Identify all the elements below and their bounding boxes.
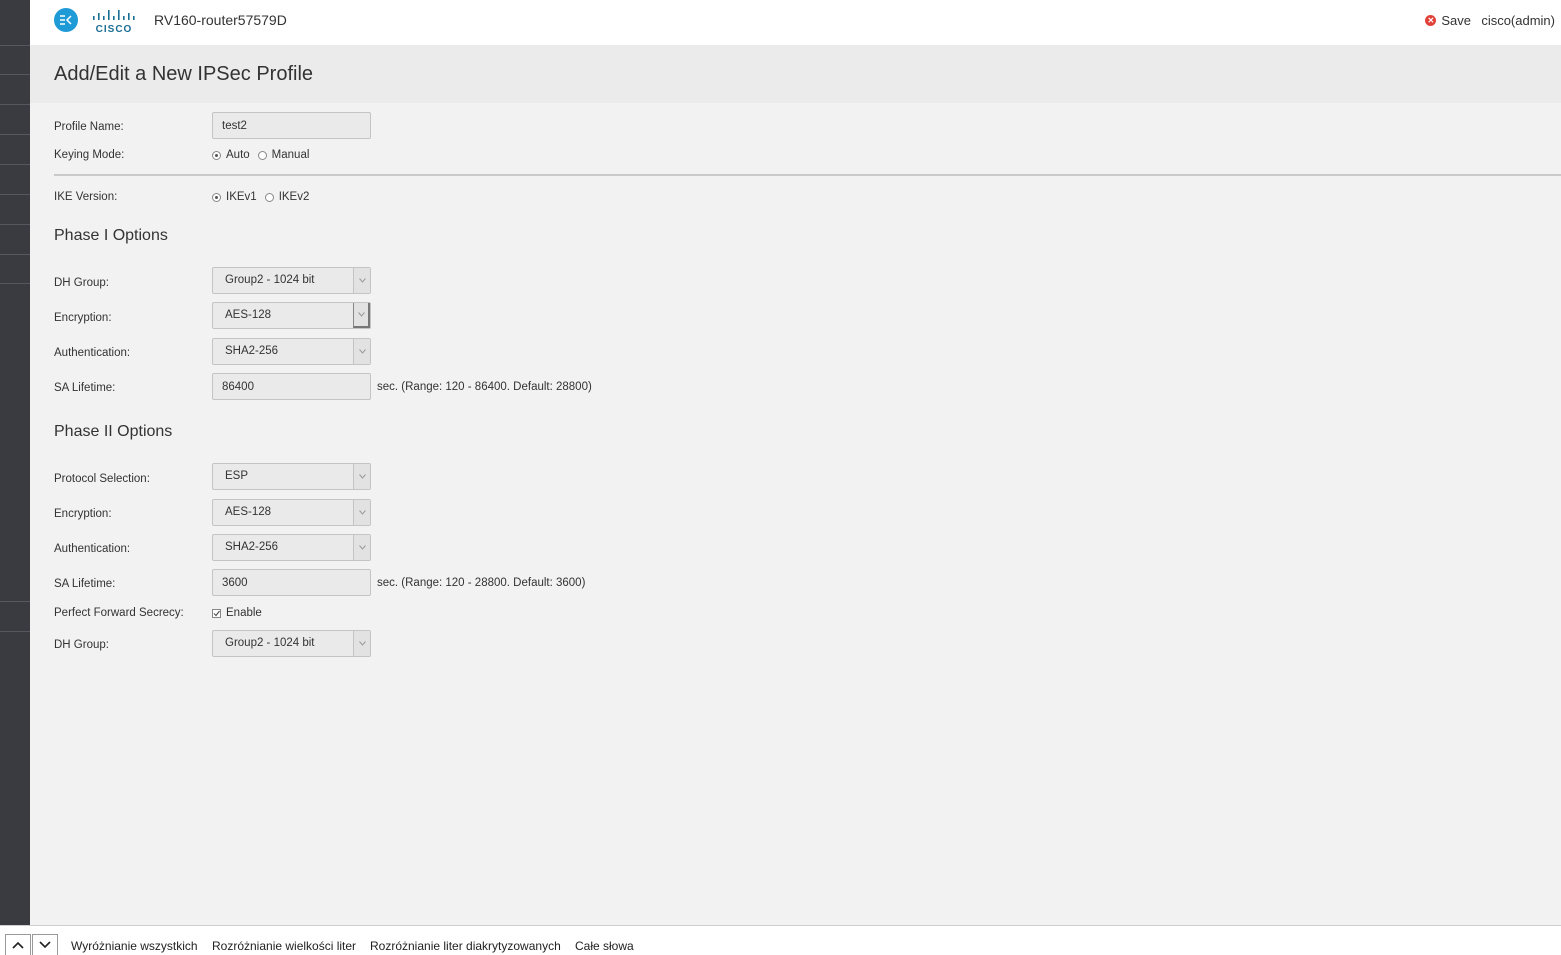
phase2-protocol-label: Protocol Selection: — [54, 473, 150, 485]
sidebar-item[interactable] — [0, 74, 30, 75]
ikev1-label[interactable]: IKEv1 — [226, 191, 257, 203]
phase2-encryption-select[interactable]: AES-128 — [212, 499, 371, 526]
ikev2-radio[interactable] — [264, 192, 274, 202]
phase1-heading: Phase I Options — [54, 227, 168, 244]
find-highlight-all[interactable]: Wyróżnianie wszystkich — [71, 939, 198, 953]
profile-name-label: Profile Name: — [54, 121, 124, 133]
chevron-down-icon — [353, 535, 370, 560]
phase2-sa-lifetime-hint: sec. (Range: 120 - 28800. Default: 3600) — [377, 577, 586, 589]
ikev2-label[interactable]: IKEv2 — [279, 191, 310, 203]
phase2-authentication-label: Authentication: — [54, 543, 131, 555]
collapse-menu-icon — [60, 15, 72, 25]
keying-manual-label[interactable]: Manual — [272, 149, 310, 161]
svg-text:CISCO: CISCO — [96, 24, 133, 34]
sidebar-item[interactable] — [0, 283, 30, 284]
pfs-enable-checkbox[interactable] — [212, 608, 221, 618]
phase1-encryption-value: AES-128 — [225, 309, 272, 321]
chevron-down-icon — [353, 464, 370, 489]
phase1-sa-lifetime-hint: sec. (Range: 120 - 86400. Default: 28800… — [377, 381, 592, 393]
save-button[interactable]: ✕ Save — [1425, 13, 1471, 28]
sidebar-item[interactable] — [0, 45, 30, 46]
checkmark-icon — [213, 610, 220, 616]
phase2-sa-lifetime-input[interactable] — [212, 569, 371, 596]
chevron-down-icon — [353, 268, 370, 293]
chevron-down-icon — [353, 500, 370, 525]
phase1-authentication-label: Authentication: — [54, 347, 131, 359]
phase2-encryption-label: Encryption: — [54, 508, 112, 520]
user-menu[interactable]: cisco(admin) — [1481, 13, 1555, 28]
keying-mode-group: Auto Manual — [212, 149, 317, 161]
sidebar-item[interactable] — [0, 631, 30, 632]
phase2-sa-lifetime-label: SA Lifetime: — [54, 578, 116, 590]
save-label: Save — [1441, 13, 1471, 28]
find-whole-words[interactable]: Całe słowa — [575, 939, 634, 953]
find-bar: Wyróżnianie wszystkich Rozróżnianie wiel… — [0, 925, 1561, 955]
phase2-encryption-value: AES-128 — [225, 506, 272, 518]
ikev1-radio[interactable] — [212, 192, 221, 202]
profile-name-input[interactable] — [212, 112, 371, 139]
phase2-dh-value: Group2 - 1024 bit — [225, 637, 315, 649]
pfs-label: Perfect Forward Secrecy: — [54, 607, 184, 619]
save-alert-icon: ✕ — [1425, 15, 1437, 26]
chevron-down-icon — [39, 941, 51, 949]
top-header: CISCO RV160-router57579D ✕ Save cisco(ad… — [30, 0, 1561, 45]
sidebar — [0, 0, 30, 925]
find-match-case[interactable]: Rozróżnianie wielkości liter — [212, 939, 356, 953]
sidebar-item[interactable] — [0, 224, 30, 225]
phase2-heading: Phase II Options — [54, 423, 173, 440]
sidebar-item[interactable] — [0, 601, 30, 602]
keying-auto-label[interactable]: Auto — [226, 149, 250, 161]
keying-manual-radio[interactable] — [257, 150, 267, 160]
sidebar-item[interactable] — [0, 254, 30, 255]
sidebar-item[interactable] — [0, 104, 30, 105]
phase1-dh-label: DH Group: — [54, 277, 109, 289]
sidebar-item[interactable] — [0, 194, 30, 195]
ike-version-group: IKEv1 IKEv2 — [212, 191, 317, 203]
pfs-group: Enable — [212, 607, 270, 619]
phase1-sa-lifetime-input[interactable] — [212, 373, 371, 400]
phase1-encryption-select[interactable]: AES-128 — [212, 302, 371, 329]
section-divider — [54, 174, 1561, 176]
device-name: RV160-router57579D — [154, 12, 287, 28]
chevron-down-icon — [353, 339, 370, 364]
phase2-authentication-value: SHA2-256 — [225, 541, 279, 553]
phase2-protocol-value: ESP — [225, 470, 249, 482]
find-match-diacritics[interactable]: Rozróżnianie liter diakrytyzowanych — [370, 939, 561, 953]
pfs-enable-label[interactable]: Enable — [226, 607, 262, 619]
page-title-bar: Add/Edit a New IPSec Profile — [30, 45, 1561, 103]
keying-mode-label: Keying Mode: — [54, 149, 125, 161]
sidebar-item[interactable] — [0, 134, 30, 135]
chevron-down-icon — [353, 631, 370, 656]
cisco-logo: CISCO — [92, 8, 140, 35]
find-previous-button[interactable] — [5, 934, 31, 955]
sidebar-item[interactable] — [0, 164, 30, 165]
phase1-authentication-value: SHA2-256 — [225, 345, 279, 357]
menu-toggle-button[interactable] — [54, 8, 78, 32]
find-next-button[interactable] — [32, 934, 58, 955]
phase1-dh-select[interactable]: Group2 - 1024 bit — [212, 267, 371, 294]
phase1-sa-lifetime-label: SA Lifetime: — [54, 382, 116, 394]
keying-auto-radio[interactable] — [212, 150, 221, 160]
phase1-authentication-select[interactable]: SHA2-256 — [212, 338, 371, 365]
chevron-up-icon — [12, 941, 24, 949]
phase2-dh-label: DH Group: — [54, 639, 109, 651]
page-title: Add/Edit a New IPSec Profile — [54, 63, 314, 85]
phase1-encryption-label: Encryption: — [54, 312, 112, 324]
phase2-dh-select[interactable]: Group2 - 1024 bit — [212, 630, 371, 657]
phase2-protocol-select[interactable]: ESP — [212, 463, 371, 490]
phase2-authentication-select[interactable]: SHA2-256 — [212, 534, 371, 561]
chevron-down-icon — [353, 303, 370, 328]
ike-version-label: IKE Version: — [54, 191, 118, 203]
phase1-dh-value: Group2 - 1024 bit — [225, 274, 315, 286]
